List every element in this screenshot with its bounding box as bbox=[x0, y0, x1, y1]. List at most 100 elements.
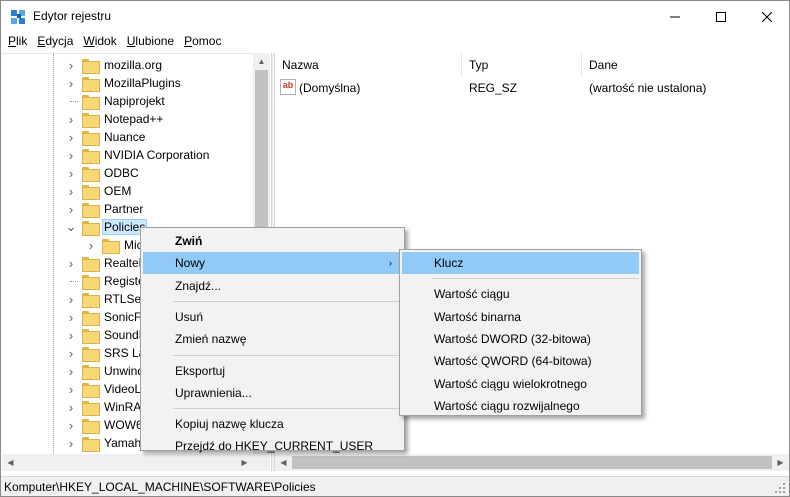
chevron-right-icon[interactable]: › bbox=[66, 308, 76, 326]
context-menu-item-label: Zmień nazwę bbox=[175, 332, 247, 347]
folder-icon bbox=[82, 94, 100, 110]
chevron-right-icon[interactable]: › bbox=[66, 254, 76, 272]
chevron-down-icon[interactable]: ⌄ bbox=[66, 218, 77, 236]
menu-separator bbox=[173, 300, 402, 302]
tree-item[interactable]: › Partner bbox=[66, 200, 145, 218]
folder-icon bbox=[82, 436, 100, 452]
folder-icon bbox=[82, 130, 100, 146]
folder-icon bbox=[82, 382, 100, 398]
tree-item[interactable]: › Nuance bbox=[66, 128, 147, 146]
menu-separator bbox=[432, 278, 639, 280]
context-menu-item[interactable]: Znajdź... bbox=[143, 275, 402, 297]
value-type: REG_SZ bbox=[469, 81, 518, 95]
tree-item[interactable]: ⌄ Policies bbox=[66, 218, 148, 236]
menu-accelerator: P bbox=[8, 34, 17, 48]
tree-item[interactable]: › Yamaha bbox=[66, 434, 150, 452]
tree-item[interactable]: › NVIDIA Corporation bbox=[66, 146, 211, 164]
chevron-right-icon[interactable]: › bbox=[66, 146, 76, 164]
tree-item[interactable]: › MozillaPlugins bbox=[66, 74, 183, 92]
minimize-button[interactable] bbox=[652, 1, 698, 32]
menu-label-rest: lik bbox=[16, 34, 28, 48]
status-path: Komputer\HKEY_LOCAL_MACHINE\SOFTWARE\Pol… bbox=[4, 480, 316, 494]
context-menu-item[interactable]: Wartość binarna bbox=[402, 306, 639, 328]
menu-plik[interactable]: Plik bbox=[3, 32, 32, 52]
scroll-right-icon[interactable]: ▶ bbox=[772, 454, 789, 471]
table-row[interactable]: ab (Domyślna) REG_SZ (wartość nie ustalo… bbox=[275, 79, 789, 97]
column-header-name[interactable]: Nazwa bbox=[275, 53, 462, 77]
column-header-data[interactable]: Dane bbox=[582, 53, 789, 77]
chevron-right-icon[interactable]: › bbox=[66, 164, 76, 182]
context-menu-item[interactable]: Usuń bbox=[143, 306, 402, 328]
menu-widok[interactable]: Widok bbox=[78, 32, 121, 52]
resize-grip-icon[interactable] bbox=[774, 482, 786, 494]
context-menu-item[interactable]: Wartość DWORD (32-bitowa) bbox=[402, 328, 639, 350]
tree-item[interactable]: › OEM bbox=[66, 182, 133, 200]
tree-item[interactable]: Napiprojekt bbox=[66, 92, 167, 110]
context-menu-item[interactable]: Przejdź do HKEY_CURRENT_USER bbox=[143, 435, 402, 457]
tree-item[interactable]: › Notepad++ bbox=[66, 110, 165, 128]
chevron-right-icon[interactable]: › bbox=[66, 326, 76, 344]
chevron-right-icon[interactable]: › bbox=[66, 380, 76, 398]
context-menu-item[interactable]: Kopiuj nazwę klucza bbox=[143, 413, 402, 435]
menu-label-rest: lubione bbox=[135, 34, 175, 48]
folder-icon bbox=[82, 364, 100, 380]
context-menu-item[interactable]: Wartość ciągu bbox=[402, 283, 639, 305]
context-menu-item[interactable]: Nowy › bbox=[143, 252, 402, 275]
menu-label-rest: omoc bbox=[192, 34, 222, 48]
scroll-left-icon[interactable]: ◀ bbox=[2, 454, 19, 471]
value-name: (Domyślna) bbox=[299, 81, 361, 95]
maximize-button[interactable] bbox=[698, 1, 744, 32]
tree-item-label: Notepad++ bbox=[104, 112, 164, 126]
context-menu-item[interactable]: Zwiń bbox=[143, 230, 402, 252]
string-value-icon: ab bbox=[280, 79, 296, 95]
column-header-type[interactable]: Typ bbox=[462, 53, 582, 77]
context-menu-item-label: Wartość DWORD (32-bitowa) bbox=[434, 331, 591, 346]
folder-icon bbox=[82, 220, 100, 236]
folder-icon bbox=[102, 238, 120, 254]
chevron-right-icon[interactable]: › bbox=[66, 362, 76, 380]
menu-ulubione[interactable]: Ulubione bbox=[122, 32, 179, 52]
chevron-right-icon[interactable]: › bbox=[66, 200, 76, 218]
menu-pomoc[interactable]: Pomoc bbox=[179, 32, 226, 52]
chevron-right-icon[interactable]: › bbox=[66, 434, 76, 452]
folder-icon bbox=[82, 58, 100, 74]
menu-label-rest: idok bbox=[94, 34, 117, 48]
menu-edycja[interactable]: Edycja bbox=[32, 32, 78, 52]
chevron-right-icon[interactable]: › bbox=[66, 56, 76, 74]
context-menu-item[interactable]: Eksportuj bbox=[143, 360, 402, 382]
tree-item[interactable]: › ODBC bbox=[66, 164, 141, 182]
context-menu-item[interactable]: Wartość ciągu rozwijalnego bbox=[402, 395, 639, 417]
chevron-right-icon[interactable]: › bbox=[66, 110, 76, 128]
folder-icon bbox=[82, 400, 100, 416]
folder-icon bbox=[82, 202, 100, 218]
minimize-icon bbox=[670, 16, 680, 17]
context-menu-item-label: Eksportuj bbox=[175, 363, 226, 378]
context-menu-item-label: Zwiń bbox=[175, 234, 203, 248]
context-menu-item[interactable]: Zmień nazwę bbox=[143, 328, 402, 350]
tree-item[interactable]: › mozilla.org bbox=[66, 56, 164, 74]
list-scroll-thumb[interactable] bbox=[292, 456, 772, 469]
context-menu-item[interactable]: Klucz bbox=[402, 252, 639, 274]
tree-item-label: Nuance bbox=[104, 130, 146, 144]
folder-icon bbox=[82, 346, 100, 362]
chevron-right-icon[interactable]: › bbox=[66, 416, 76, 434]
context-menu-item[interactable]: Uprawnienia... bbox=[143, 382, 402, 404]
window-title: Edytor rejestru bbox=[33, 9, 112, 23]
context-menu-item[interactable]: Wartość ciągu wielokrotnego bbox=[402, 373, 639, 395]
chevron-right-icon[interactable]: › bbox=[66, 290, 76, 308]
chevron-right-icon[interactable]: › bbox=[66, 398, 76, 416]
tree-item[interactable]: › Realtek bbox=[66, 254, 147, 272]
folder-icon bbox=[82, 112, 100, 128]
folder-icon bbox=[82, 166, 100, 182]
chevron-right-icon[interactable]: › bbox=[66, 128, 76, 146]
close-button[interactable] bbox=[744, 1, 789, 32]
chevron-right-icon[interactable]: › bbox=[66, 182, 76, 200]
scroll-up-icon[interactable]: ▲ bbox=[253, 53, 270, 70]
context-menu-item-label: Nowy bbox=[175, 256, 206, 271]
chevron-right-icon[interactable]: › bbox=[86, 236, 96, 254]
chevron-right-icon[interactable]: › bbox=[66, 344, 76, 362]
context-menu-item-label: Wartość ciągu bbox=[434, 287, 510, 302]
context-menu-item[interactable]: Wartość QWORD (64-bitowa) bbox=[402, 350, 639, 372]
chevron-right-icon[interactable]: › bbox=[66, 74, 76, 92]
title-bar[interactable]: Edytor rejestru bbox=[1, 1, 789, 32]
